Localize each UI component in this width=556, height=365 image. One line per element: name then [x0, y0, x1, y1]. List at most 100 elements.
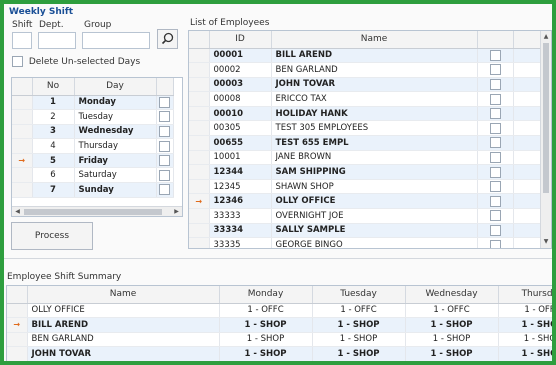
employee-row[interactable]: 00008 ERICCO TAX [189, 91, 542, 107]
days-header-no[interactable]: No [32, 78, 75, 96]
day-row[interactable]: 4 Thursday [12, 138, 174, 154]
employee-checkbox[interactable] [489, 239, 501, 248]
day-row[interactable]: 1 Monday [12, 95, 174, 111]
row-indicator [189, 91, 210, 107]
employee-checkbox[interactable] [489, 122, 501, 134]
day-checkbox[interactable] [159, 96, 170, 108]
employee-check-cell[interactable] [477, 120, 514, 137]
employee-check-cell[interactable] [477, 223, 514, 239]
employee-check-cell[interactable] [477, 48, 514, 64]
summary-header-monday[interactable]: Monday [219, 286, 313, 304]
employees-scroll-thumb[interactable] [543, 43, 549, 193]
row-indicator [189, 223, 210, 239]
employee-row[interactable]: 00305 TEST 305 EMPLOYEES [189, 120, 542, 137]
employee-check-cell[interactable] [477, 77, 514, 93]
day-check-cell[interactable] [156, 167, 174, 184]
scroll-up-icon[interactable]: ▲ [541, 32, 551, 42]
employee-row[interactable]: → 12346 OLLY OFFICE [189, 193, 542, 210]
row-indicator [189, 208, 210, 224]
day-checkbox[interactable] [159, 169, 170, 181]
day-check-cell[interactable] [156, 95, 174, 111]
day-checkbox[interactable] [159, 184, 170, 196]
employee-row[interactable]: 33333 OVERNIGHT JOE [189, 208, 542, 224]
employee-checkbox[interactable] [489, 108, 501, 120]
window-frame: Weekly Shift Shift Dept. Group Delete Un… [0, 0, 556, 365]
day-check-cell[interactable] [156, 153, 174, 169]
day-row[interactable]: 2 Tuesday [12, 109, 174, 125]
day-checkbox[interactable] [159, 140, 170, 152]
day-check-cell[interactable] [156, 109, 174, 125]
day-check-cell[interactable] [156, 124, 174, 140]
employee-check-cell[interactable] [477, 135, 514, 151]
employee-checkbox[interactable] [489, 49, 501, 61]
employees-header-name[interactable]: Name [271, 31, 478, 49]
dept-input[interactable] [38, 32, 76, 49]
summary-header-thursday[interactable]: Thursday [498, 286, 552, 304]
row-indicator [7, 332, 28, 348]
days-scroll-thumb[interactable] [24, 209, 162, 215]
day-checkbox[interactable] [159, 111, 170, 123]
summary-row[interactable]: JOHN TOVAR 1 - SHOP 1 - SHOP 1 - SHOP 1 - SH… [7, 346, 552, 361]
employee-row[interactable]: 00002 BEN GARLAND [189, 62, 542, 78]
employee-check-cell[interactable] [477, 62, 514, 78]
days-horizontal-scrollbar[interactable]: ◀ ▶ [12, 206, 182, 216]
employee-check-cell[interactable] [477, 91, 514, 107]
scroll-down-icon[interactable]: ▼ [541, 237, 551, 247]
employee-row[interactable]: 33335 GEORGE BINGO [189, 237, 542, 248]
employee-checkbox[interactable] [489, 78, 501, 90]
day-row[interactable]: 3 Wednesday [12, 124, 174, 140]
employee-check-cell[interactable] [477, 208, 514, 224]
employee-checkbox[interactable] [489, 224, 501, 236]
summary-header-wednesday[interactable]: Wednesday [405, 286, 499, 304]
day-row[interactable]: → 5 Friday [12, 153, 174, 169]
employee-row[interactable]: 33334 SALLY SAMPLE [189, 223, 542, 239]
summary-row[interactable]: OLLY OFFICE 1 - OFFC 1 - OFFC 1 - OFFC 1 - O… [7, 303, 552, 319]
employee-row[interactable]: 00655 TEST 655 EMPL [189, 135, 542, 151]
employee-checkbox[interactable] [489, 166, 501, 178]
summary-header-tuesday[interactable]: Tuesday [312, 286, 406, 304]
employee-checkbox[interactable] [489, 195, 501, 207]
day-checkbox[interactable] [159, 125, 170, 137]
days-header-day[interactable]: Day [74, 78, 157, 96]
delete-unselected-row[interactable]: Delete Un-selected Days [12, 56, 140, 67]
scroll-right-icon[interactable]: ▶ [172, 207, 181, 216]
employee-check-cell[interactable] [477, 193, 514, 210]
day-checkbox[interactable] [159, 155, 170, 167]
employee-checkbox[interactable] [489, 181, 501, 193]
employee-check-cell[interactable] [477, 106, 514, 122]
employee-row[interactable]: 12345 SHAWN SHOP [189, 179, 542, 195]
employee-row[interactable]: 10001 JANE BROWN [189, 150, 542, 166]
employees-vertical-scrollbar[interactable]: ▲ ▼ [540, 31, 551, 248]
employee-checkbox[interactable] [489, 137, 501, 149]
employee-checkbox[interactable] [489, 151, 501, 163]
current-row-arrow-icon: → [189, 193, 210, 210]
summary-shift-cell: 1 - SHOP [405, 346, 499, 361]
shift-input[interactable] [12, 32, 32, 49]
day-row[interactable]: 6 Saturday [12, 167, 174, 184]
employee-row[interactable]: 00001 BILL AREND [189, 48, 542, 64]
employee-checkbox[interactable] [489, 64, 501, 76]
day-check-cell[interactable] [156, 182, 174, 198]
employee-check-cell[interactable] [477, 164, 514, 180]
employee-row[interactable]: 00003 JOHN TOVAR [189, 77, 542, 93]
employee-row[interactable]: 00010 HOLIDAY HANK [189, 106, 542, 122]
employee-check-cell[interactable] [477, 179, 514, 195]
search-button[interactable] [157, 29, 178, 49]
employees-header-id[interactable]: ID [209, 31, 272, 49]
day-name: Tuesday [74, 109, 157, 125]
summary-row[interactable]: → BILL AREND 1 - SHOP 1 - SHOP 1 - SHOP 1 - S… [7, 317, 552, 333]
employee-checkbox[interactable] [489, 210, 501, 222]
employee-check-cell[interactable] [477, 237, 514, 248]
delete-unselected-checkbox[interactable] [12, 56, 23, 67]
employee-row[interactable]: 12344 SAM SHIPPING [189, 164, 542, 180]
summary-header-name[interactable]: Name [27, 286, 220, 304]
scroll-left-icon[interactable]: ◀ [13, 207, 22, 216]
summary-row[interactable]: BEN GARLAND 1 - SHOP 1 - SHOP 1 - SHOP 1 - S… [7, 332, 552, 348]
process-button[interactable]: Process [11, 222, 93, 250]
group-input[interactable] [82, 32, 150, 49]
employee-check-cell[interactable] [477, 150, 514, 166]
day-check-cell[interactable] [156, 138, 174, 154]
employee-checkbox[interactable] [489, 93, 501, 105]
row-indicator [12, 138, 33, 154]
day-row[interactable]: 7 Sunday [12, 182, 174, 198]
